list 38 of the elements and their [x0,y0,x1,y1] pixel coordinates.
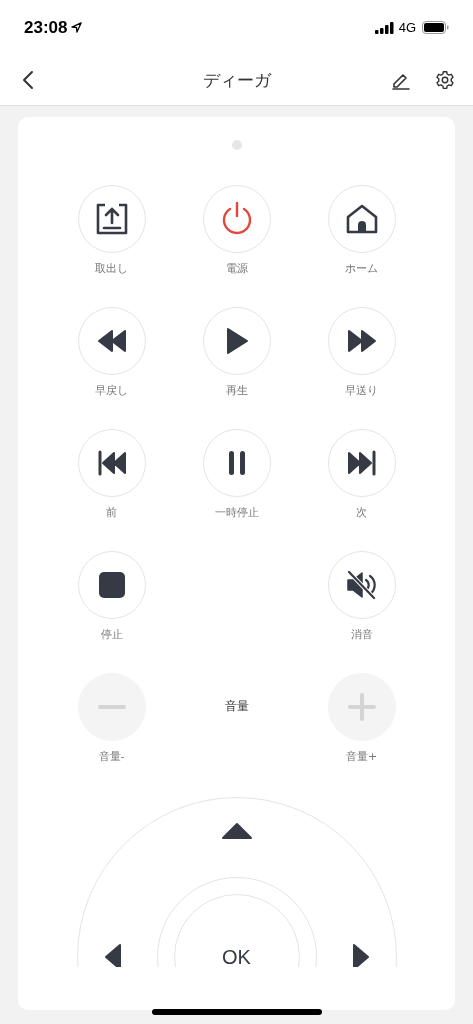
button-label: 早送り [345,383,378,399]
button-label: 停止 [100,627,123,643]
network-label: 4G [398,20,416,35]
button-label: 次 [356,505,367,521]
rewind-icon [96,329,127,353]
status-time: 23:08 [24,17,68,38]
pause-icon [226,449,247,477]
skip-forward-icon [346,450,377,476]
battery-icon [422,21,449,34]
button-label: 一時停止 [214,505,259,521]
settings-button[interactable] [433,68,457,92]
home-icon [344,203,379,235]
button-label: 再生 [225,383,248,399]
back-button[interactable] [20,68,36,92]
stop-icon [98,572,125,598]
left-arrow-button[interactable] [103,943,122,967]
volume-caption: 音量 [224,698,249,715]
button-label: 取出し [95,261,128,277]
minus-icon [97,705,126,709]
mute-icon [345,570,378,600]
plus-icon [347,693,376,721]
button-label: 消音 [350,627,373,643]
button-label: 音量- [98,749,125,765]
skip-back-icon [96,450,127,476]
button-label: 前 [106,505,117,521]
button-label: ホーム [345,261,378,277]
signal-icon [374,21,395,34]
page-indicator-dot [231,140,242,150]
button-label: 電源 [225,261,248,277]
button-label: 早戻し [95,383,128,399]
play-icon [224,327,249,355]
upload-tray-icon [94,202,129,236]
up-arrow-button[interactable] [220,822,253,840]
button-label: 音量+ [345,749,378,765]
location-arrow-icon [71,22,83,33]
nav-title: ディーガ [202,68,271,92]
fast-forward-icon [346,329,377,353]
right-arrow-button[interactable] [351,943,370,967]
